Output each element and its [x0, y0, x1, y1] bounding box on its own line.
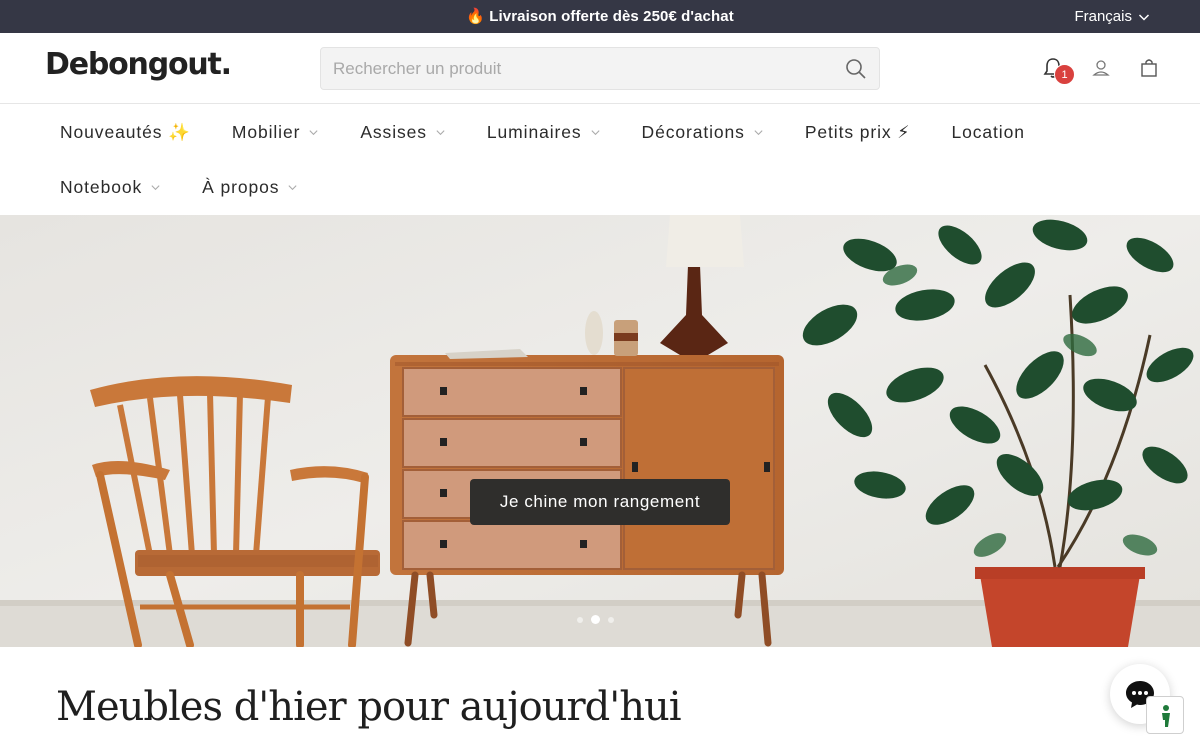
- search-box: [320, 47, 880, 90]
- nav-item-petits-prix[interactable]: Petits prix ⚡: [805, 122, 911, 143]
- account-button[interactable]: [1090, 57, 1112, 79]
- hero-cta-button[interactable]: Je chine mon rangement: [470, 479, 730, 525]
- carousel-dot[interactable]: [608, 616, 614, 623]
- nav-item-mobilier[interactable]: Mobilier: [232, 122, 319, 143]
- chevron-down-icon: [754, 129, 763, 135]
- accessibility-icon: [1162, 705, 1170, 727]
- site-header: Debongout. 1: [0, 33, 1200, 104]
- chevron-down-icon: [590, 129, 600, 135]
- announcement-text: 🔥 Livraison offerte dès 250€ d'achat: [466, 8, 734, 25]
- search-input[interactable]: [321, 48, 821, 89]
- language-selector[interactable]: Français: [1074, 0, 1150, 33]
- hero-image: [0, 215, 1200, 647]
- notification-badge: 1: [1054, 64, 1075, 85]
- nav-item-location[interactable]: Location: [952, 122, 1025, 143]
- chevron-down-icon: [151, 184, 160, 190]
- nav-item-notebook[interactable]: Notebook: [60, 177, 161, 198]
- carousel-dot[interactable]: [577, 616, 583, 623]
- nav-row-1: Nouveautés ✨ Mobilier Assises Luminaires…: [60, 104, 1066, 160]
- carousel-dot-active[interactable]: [591, 615, 600, 624]
- cart-button[interactable]: [1138, 57, 1160, 79]
- chevron-down-icon: [1138, 13, 1150, 21]
- carousel-dots: [577, 615, 614, 624]
- accessibility-button[interactable]: [1146, 696, 1184, 734]
- announcement-bar: 🔥 Livraison offerte dès 250€ d'achat Fra…: [0, 0, 1200, 33]
- logo[interactable]: Debongout.: [45, 47, 232, 82]
- section-heading: Meubles d'hier pour aujourd'hui: [56, 684, 682, 730]
- chevron-down-icon: [436, 129, 445, 135]
- nav-item-nouveautes[interactable]: Nouveautés ✨: [60, 122, 191, 143]
- nav-row-2: Notebook À propos: [60, 159, 339, 215]
- nav-item-luminaires[interactable]: Luminaires: [487, 122, 601, 143]
- header-icons: 1: [1042, 57, 1160, 85]
- bag-icon: [1141, 59, 1157, 77]
- notifications-button[interactable]: 1: [1042, 57, 1075, 85]
- chevron-down-icon: [309, 129, 318, 135]
- nav-item-assises[interactable]: Assises: [360, 122, 446, 143]
- main-navigation: Nouveautés ✨ Mobilier Assises Luminaires…: [0, 104, 1200, 215]
- account-icon: [1092, 60, 1110, 76]
- chevron-down-icon: [288, 184, 297, 190]
- search-icon[interactable]: [845, 58, 867, 80]
- hero-banner: Je chine mon rangement: [0, 215, 1200, 647]
- language-label: Français: [1074, 8, 1132, 25]
- nav-item-decorations[interactable]: Décorations: [642, 122, 764, 143]
- nav-item-a-propos[interactable]: À propos: [202, 177, 298, 198]
